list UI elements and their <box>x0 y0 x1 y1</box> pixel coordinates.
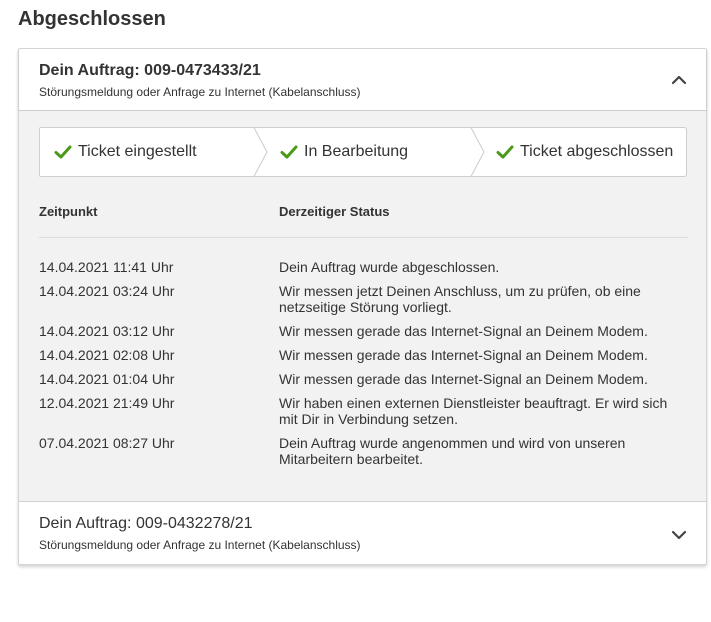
header-divider <box>39 237 688 238</box>
order-subtitle: Störungsmeldung oder Anfrage zu Internet… <box>39 538 361 552</box>
row-time: 14.04.2021 03:24 Uhr <box>39 283 175 299</box>
section-title: Abgeschlossen <box>18 8 166 30</box>
order-title: Dein Auftrag: 009-0473433/21 <box>39 62 261 79</box>
step-in-progress: In Bearbeitung <box>280 127 408 177</box>
row-time: 07.04.2021 08:27 Uhr <box>39 435 175 451</box>
order-details-panel: Ticket eingestellt In Bearbeitung Ticket… <box>19 111 706 502</box>
order-title: Dein Auftrag: 009-0432278/21 <box>39 515 253 532</box>
chevron-down-icon[interactable] <box>670 526 688 544</box>
row-status: Dein Auftrag wurde abgeschlossen. <box>279 259 500 275</box>
row-time: 14.04.2021 11:41 Uhr <box>39 259 174 275</box>
step-label: Ticket eingestellt <box>78 143 197 160</box>
row-time: 14.04.2021 02:08 Uhr <box>39 347 175 363</box>
row-status: Wir messen jetzt Deinen Anschluss, um zu… <box>279 283 641 315</box>
chevron-up-icon[interactable] <box>670 71 688 89</box>
step-ticket-closed: Ticket abgeschlossen <box>496 127 673 177</box>
table-row: 07.04.2021 08:27 Uhr Dein Auftrag wurde … <box>39 435 689 467</box>
order-header-expanded[interactable]: Dein Auftrag: 009-0473433/21 Störungsmel… <box>19 49 706 111</box>
order-subtitle: Störungsmeldung oder Anfrage zu Internet… <box>39 85 361 99</box>
checkmark-icon <box>54 145 72 159</box>
step-ticket-created: Ticket eingestellt <box>54 127 197 177</box>
progress-steps: Ticket eingestellt In Bearbeitung Ticket… <box>39 127 687 177</box>
row-status: Wir messen gerade das Internet-Signal an… <box>279 347 648 363</box>
column-header-status: Derzeitiger Status <box>279 204 390 219</box>
status-history-table: 14.04.2021 11:41 Uhr Dein Auftrag wurde … <box>39 259 689 475</box>
row-time: 14.04.2021 03:12 Uhr <box>39 323 175 339</box>
column-header-time: Zeitpunkt <box>39 204 98 219</box>
step-label: In Bearbeitung <box>304 143 409 160</box>
row-status: Wir messen gerade das Internet-Signal an… <box>279 371 648 387</box>
row-status: Dein Auftrag wurde angenommen und wird v… <box>279 435 626 467</box>
step-label: Ticket abgeschlossen <box>520 143 674 160</box>
orders-accordion: Dein Auftrag: 009-0473433/21 Störungsmel… <box>18 48 707 565</box>
row-time: 12.04.2021 21:49 Uhr <box>39 395 175 411</box>
order-header-collapsed[interactable]: Dein Auftrag: 009-0432278/21 Störungsmel… <box>19 502 706 564</box>
checkmark-icon <box>280 145 298 159</box>
row-status: Wir haben einen externen Dienstleister b… <box>279 395 668 427</box>
table-row: 12.04.2021 21:49 Uhr Wir haben einen ext… <box>39 395 689 427</box>
table-row: 14.04.2021 03:24 Uhr Wir messen jetzt De… <box>39 283 689 315</box>
table-row: 14.04.2021 11:41 Uhr Dein Auftrag wurde … <box>39 259 689 275</box>
checkmark-icon <box>496 145 514 159</box>
table-row: 14.04.2021 03:12 Uhr Wir messen gerade d… <box>39 323 689 339</box>
table-row: 14.04.2021 01:04 Uhr Wir messen gerade d… <box>39 371 689 387</box>
row-status: Wir messen gerade das Internet-Signal an… <box>279 323 648 339</box>
row-time: 14.04.2021 01:04 Uhr <box>39 371 175 387</box>
table-row: 14.04.2021 02:08 Uhr Wir messen gerade d… <box>39 347 689 363</box>
